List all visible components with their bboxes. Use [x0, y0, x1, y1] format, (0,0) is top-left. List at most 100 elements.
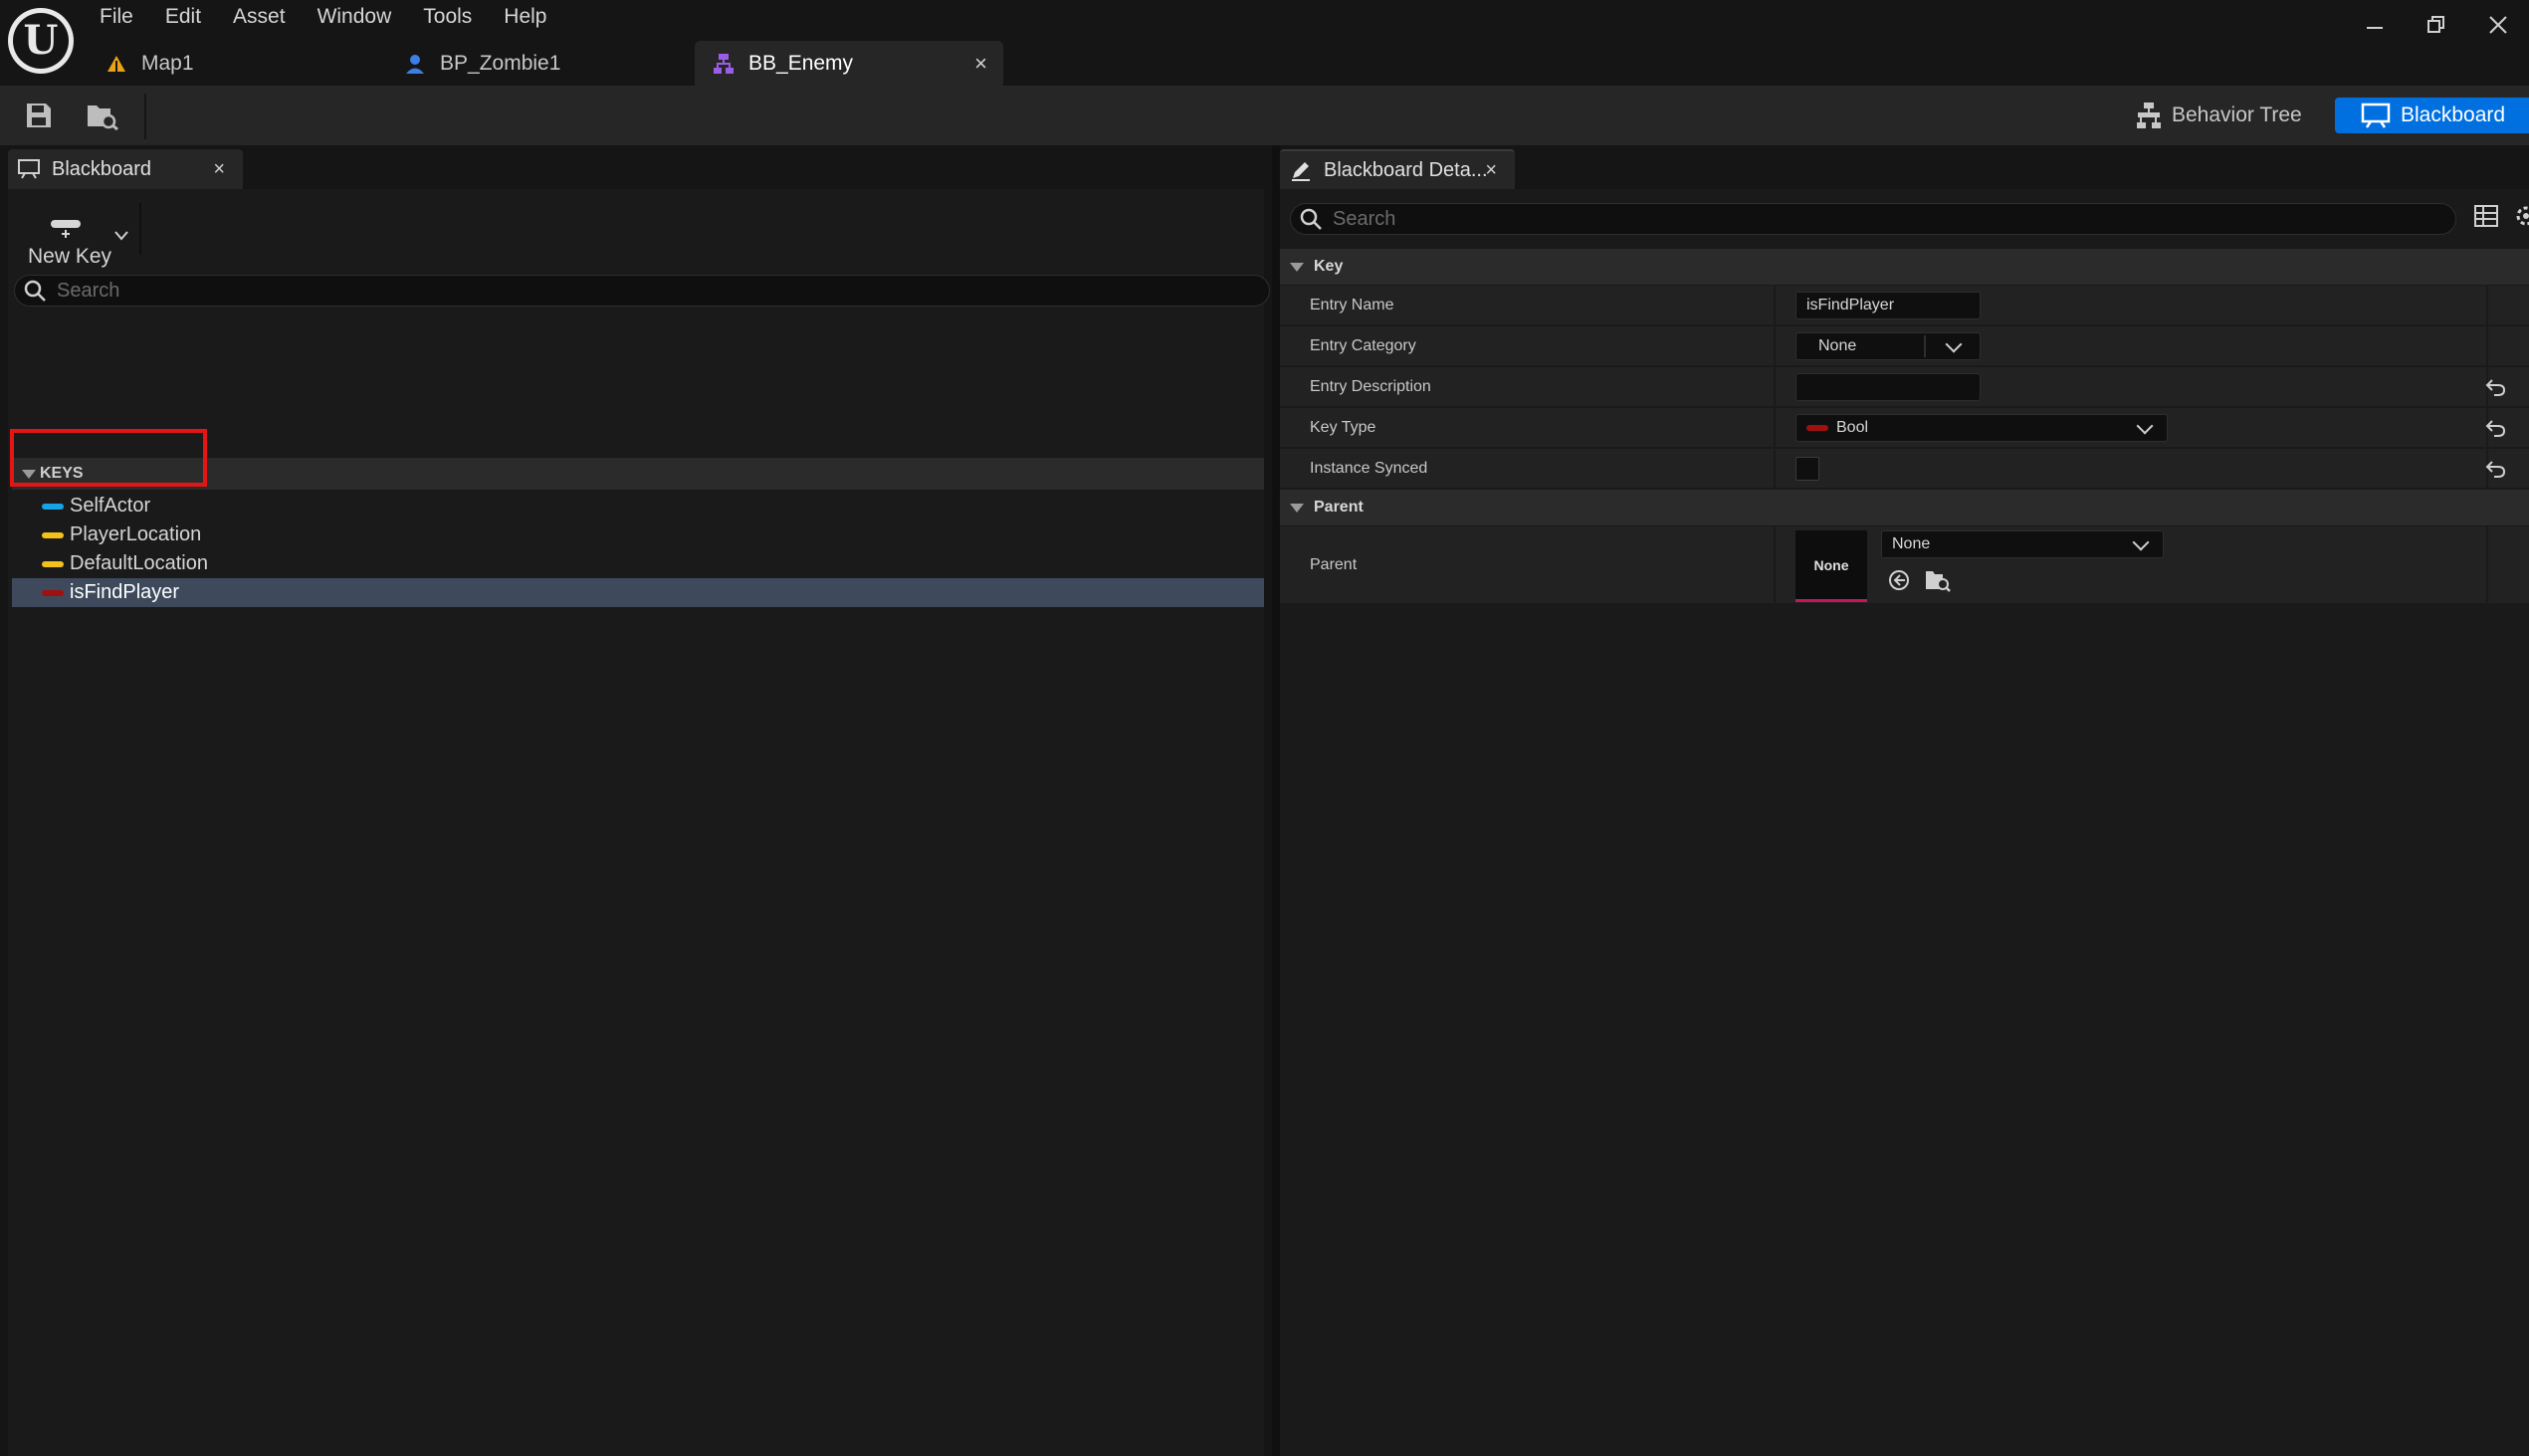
details-panel-tab[interactable]: Blackboard Deta... × [1280, 149, 1515, 189]
entry-description-row: Entry Description [1280, 367, 2529, 407]
key-name: isFindPlayer [70, 581, 180, 603]
chevron-down-icon[interactable] [113, 229, 129, 247]
combo-divider [1924, 335, 1926, 357]
selection-highlight-annotation [10, 429, 207, 487]
instance-synced-label: Instance Synced [1310, 460, 1428, 477]
category-label: Parent [1314, 499, 1364, 516]
entry-name-row: Entry Name isFindPlayer [1280, 286, 2529, 325]
toolbar: Behavior Tree Blackboard [0, 86, 2529, 145]
parent-row: Parent None None [1280, 526, 2529, 604]
browse-asset-icon[interactable] [1925, 568, 1951, 597]
column-separator [2486, 526, 2488, 604]
parent-asset-thumbnail[interactable]: None [1795, 530, 1867, 602]
tab-map1[interactable]: Map1 [88, 41, 386, 86]
panel-tab-label: Blackboard Deta... [1324, 158, 1488, 181]
column-separator[interactable] [1774, 449, 1776, 489]
restore-button[interactable] [2406, 0, 2467, 50]
reset-to-default-icon[interactable] [2484, 459, 2506, 484]
key-type-row: Key Type Bool [1280, 408, 2529, 448]
entry-category-combo[interactable]: None [1795, 332, 1981, 360]
new-key-button[interactable]: New Key [16, 203, 135, 268]
tab-bb-enemy[interactable]: BB_Enemy × [695, 41, 1003, 86]
menu-window[interactable]: Window [302, 0, 408, 34]
tab-bp-zombie1[interactable]: BP_Zombie1 [386, 41, 695, 86]
parent-category-header[interactable]: Parent [1280, 490, 2529, 525]
panel-splitter[interactable] [1272, 145, 1280, 1456]
key-name: DefaultLocation [70, 552, 208, 574]
use-selected-asset-icon[interactable] [1887, 568, 1911, 597]
key-item-playerlocation[interactable]: PlayerLocation [12, 520, 1264, 549]
object-type-swatch [42, 503, 64, 510]
close-panel-icon[interactable]: × [213, 158, 225, 181]
toolbar-separator [144, 94, 146, 139]
minimize-icon [2367, 27, 2383, 29]
parent-asset-combo[interactable]: None [1881, 530, 2164, 558]
menu-asset[interactable]: Asset [217, 0, 302, 34]
column-separator[interactable] [1774, 408, 1776, 448]
key-item-defaultlocation[interactable]: DefaultLocation [12, 549, 1264, 578]
browse-asset-button[interactable] [86, 100, 119, 131]
bool-type-swatch [1806, 425, 1828, 431]
logo-letter: U [13, 13, 69, 69]
blackboard-mode-button[interactable]: Blackboard [2335, 98, 2529, 133]
entry-description-label: Entry Description [1310, 378, 1431, 395]
parent-label: Parent [1310, 556, 1358, 573]
details-search-input[interactable] [1333, 207, 2381, 231]
menu-tools[interactable]: Tools [407, 0, 488, 34]
new-key-label: New Key [28, 245, 112, 268]
blackboard-panel-tab[interactable]: Blackboard × [8, 149, 243, 189]
behavior-tree-mode-icon [2136, 102, 2162, 129]
close-panel-icon[interactable]: × [1485, 159, 1497, 182]
menu-file[interactable]: File [84, 0, 149, 34]
close-window-button[interactable] [2467, 0, 2529, 50]
vector-type-swatch [42, 560, 64, 567]
save-icon [27, 104, 51, 127]
gear-icon[interactable] [2512, 203, 2529, 234]
keys-search-box [14, 275, 1270, 307]
blackboard-body: New Key KEYS SelfActor PlayerLocation [8, 189, 1270, 1456]
entry-name-field[interactable]: isFindPlayer [1795, 292, 1981, 319]
entry-category-label: Entry Category [1310, 337, 1416, 354]
entry-description-field[interactable] [1795, 373, 1981, 401]
key-type-combo[interactable]: Bool [1795, 414, 2168, 442]
column-separator[interactable] [1774, 367, 1776, 407]
document-tabs: Map1 BP_Zombie1 BB_Enemy × [88, 41, 1003, 86]
key-item-isfindplayer[interactable]: isFindPlayer [12, 578, 1264, 607]
column-separator[interactable] [1774, 326, 1776, 366]
menu-help[interactable]: Help [488, 0, 562, 34]
blackboard-tab-icon [18, 159, 40, 179]
keys-search-input[interactable] [57, 279, 1185, 303]
vector-type-swatch [42, 531, 64, 538]
menu-edit[interactable]: Edit [149, 0, 217, 34]
column-separator [2486, 326, 2488, 366]
close-icon [2489, 16, 2507, 34]
key-item-selfactor[interactable]: SelfActor [12, 492, 1264, 520]
title-bar: U File Edit Asset Window Tools Help Map1 [0, 0, 2529, 86]
unreal-logo[interactable]: U [8, 8, 74, 74]
key-category-header[interactable]: Key [1280, 249, 2529, 285]
collapse-triangle-icon [1290, 503, 1304, 513]
instance-synced-checkbox[interactable] [1795, 457, 1819, 481]
blackboard-details-panel: Blackboard Deta... × Key Entry Name [1280, 145, 2529, 1456]
minimize-button[interactable] [2344, 0, 2406, 50]
blackboard-panel: Blackboard × New Key KEYS S [0, 145, 1272, 1456]
key-type-value: Bool [1836, 419, 1869, 436]
restore-icon [2427, 16, 2444, 33]
keys-list: SelfActor PlayerLocation DefaultLocation… [12, 492, 1264, 607]
add-key-icon [50, 217, 84, 244]
pencil-icon [1290, 159, 1312, 181]
close-tab-icon[interactable]: × [974, 51, 987, 77]
reset-to-default-icon[interactable] [2484, 377, 2506, 402]
reset-to-default-icon[interactable] [2484, 418, 2506, 443]
behavior-tree-mode-button[interactable]: Behavior Tree [2120, 98, 2318, 133]
mode-label: Blackboard [2401, 104, 2506, 126]
details-body: Key Entry Name isFindPlayer Entry Catego… [1280, 189, 2529, 1456]
details-search-box [1290, 203, 2456, 235]
browse-folder-icon [88, 105, 118, 130]
category-label: Key [1314, 258, 1344, 275]
column-separator[interactable] [1774, 526, 1776, 604]
details-search-row [1280, 189, 2529, 245]
save-button[interactable] [22, 100, 56, 131]
column-separator[interactable] [1774, 286, 1776, 325]
property-matrix-icon[interactable] [2474, 205, 2498, 232]
